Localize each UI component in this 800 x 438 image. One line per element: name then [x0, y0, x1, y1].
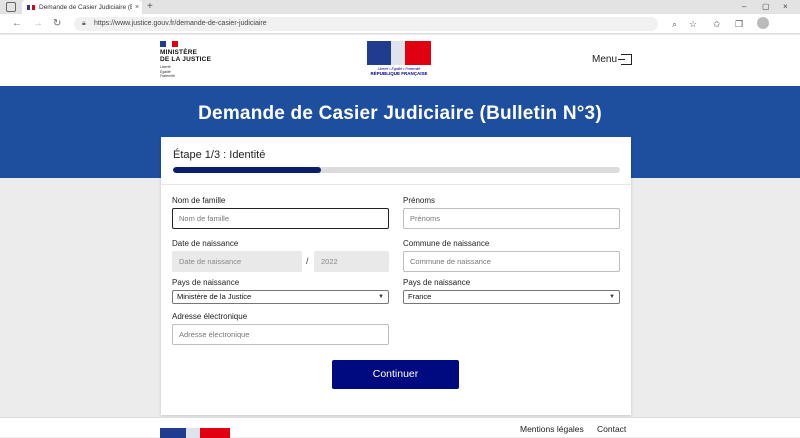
marianne-logo-icon — [367, 41, 431, 65]
step-label: Étape 1/3 : Identité — [173, 149, 266, 161]
birth-date-label: Date de naissance — [172, 239, 239, 248]
email-label: Adresse électronique — [172, 312, 248, 321]
birth-country-label-right: Pays de naissance — [403, 278, 471, 287]
browser-tab[interactable]: Demande de Casier Judiciaire (B × — [22, 0, 142, 14]
minimize-button[interactable]: – — [742, 0, 746, 14]
collections-icon[interactable]: ❐ — [735, 17, 743, 31]
favicon-flag-icon — [27, 4, 36, 10]
menu-button[interactable]: Menu — [592, 54, 633, 65]
profile-avatar[interactable] — [757, 17, 769, 29]
republique-name: RÉPUBLIQUE FRANÇAISE — [370, 71, 428, 76]
favorite-star-icon[interactable]: ☆ — [689, 17, 697, 31]
continue-button[interactable]: Continuer — [332, 360, 459, 389]
progress-bar — [173, 167, 620, 173]
ministry-name: MINISTÈRE DE LA JUSTICE — [160, 49, 212, 63]
birth-country-select-left[interactable]: Ministère de la Justice ▼ — [172, 290, 389, 304]
ministry-motto: Liberté Égalité Fraternité — [160, 65, 175, 78]
navigation-bar: ← → ↻ 🔒︎ https://www.justice.gouv.fr/dem… — [0, 14, 800, 34]
login-arrow-icon — [618, 54, 633, 65]
birth-country-label-left: Pays de naissance — [172, 278, 240, 287]
last-name-input[interactable]: Nom de famille — [172, 208, 389, 229]
first-names-label: Prénoms — [403, 196, 436, 205]
birth-date-input[interactable]: Date de naissance — [172, 251, 302, 272]
tab-title: Demande de Casier Judiciaire (B — [39, 3, 132, 11]
birth-country-select-right[interactable]: France ▼ — [403, 290, 620, 304]
favorites-icon[interactable]: ✩ — [713, 17, 721, 31]
maximize-button[interactable]: ▢ — [762, 0, 770, 14]
ministry-flag-icon — [160, 41, 178, 47]
republique-logo[interactable]: Liberté • Égalité • Fraternité RÉPUBLIQU… — [366, 41, 432, 76]
chevron-down-icon: ▼ — [378, 294, 384, 300]
browser-window: Demande de Casier Judiciaire (B × + – ▢ … — [0, 0, 800, 438]
new-tab-button[interactable]: + — [147, 0, 153, 14]
tab-strip: Demande de Casier Judiciaire (B × + – ▢ … — [0, 0, 800, 14]
date-separator: / — [306, 256, 309, 266]
birth-country-value-right: France — [408, 292, 432, 301]
zoom-icon[interactable]: ⌕ — [672, 17, 677, 31]
first-names-input[interactable]: Prénoms — [403, 208, 620, 229]
address-url: https://www.justice.gouv.fr/demande-de-c… — [94, 20, 267, 27]
legal-notice-link[interactable]: Mentions légales — [520, 424, 584, 434]
forward-icon[interactable]: → — [33, 17, 43, 31]
birth-commune-label: Commune de naissance — [403, 239, 490, 248]
site-header: MINISTÈRE DE LA JUSTICE Liberté Égalité … — [0, 35, 800, 86]
tab-actions-icon[interactable] — [6, 2, 16, 12]
refresh-icon[interactable]: ↻ — [53, 17, 61, 31]
window-close-button[interactable]: × — [783, 0, 788, 14]
tab-close-icon[interactable]: × — [132, 4, 142, 11]
lock-icon: 🔒︎ — [82, 20, 86, 27]
divider — [161, 184, 631, 185]
progress-fill — [173, 167, 321, 173]
back-icon[interactable]: ← — [12, 17, 22, 31]
menu-label: Menu — [592, 54, 618, 65]
ministry-logo[interactable]: MINISTÈRE DE LA JUSTICE Liberté Égalité … — [160, 41, 230, 79]
birth-commune-input[interactable]: Commune de naissance — [403, 251, 620, 272]
chevron-down-icon: ▼ — [609, 294, 615, 300]
site-footer: Mentions légales Contact — [0, 417, 800, 438]
address-bar[interactable]: 🔒︎ https://www.justice.gouv.fr/demande-d… — [74, 17, 658, 31]
last-name-label: Nom de famille — [172, 196, 226, 205]
birth-year-input[interactable]: 2022 — [314, 251, 389, 272]
email-input[interactable]: Adresse électronique — [172, 324, 389, 345]
page-title: Demande de Casier Judiciaire (Bulletin N… — [198, 103, 602, 124]
contact-link[interactable]: Contact — [597, 424, 626, 434]
form-card: Étape 1/3 : Identité Nom de famille Nom … — [161, 137, 631, 415]
birth-country-value-left: Ministère de la Justice — [177, 292, 252, 301]
